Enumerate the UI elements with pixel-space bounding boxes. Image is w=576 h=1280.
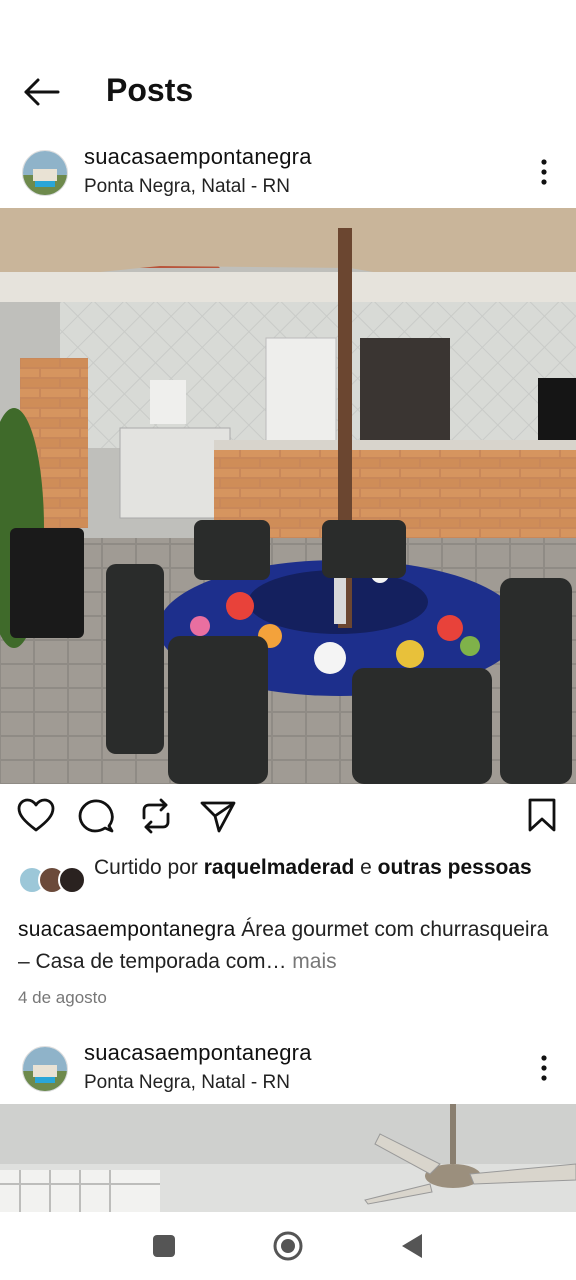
post-photo-ceiling-fan — [0, 1104, 576, 1212]
comment-button[interactable] — [76, 796, 116, 836]
caption-username[interactable]: suacasaempontanegra — [18, 918, 235, 941]
like-button[interactable] — [16, 796, 56, 836]
recent-apps-button[interactable] — [146, 1228, 182, 1264]
system-back-button[interactable] — [394, 1228, 430, 1264]
repost-button[interactable] — [136, 796, 176, 836]
back-icon — [402, 1234, 422, 1258]
post-location[interactable]: Ponta Negra, Natal - RN — [84, 1072, 290, 1094]
bookmark-icon — [528, 798, 556, 832]
post-image[interactable] — [0, 1104, 576, 1212]
heart-icon — [17, 798, 55, 832]
post-image[interactable] — [0, 208, 576, 784]
more-options-button[interactable] — [532, 154, 556, 190]
avatar[interactable] — [22, 150, 68, 196]
back-button[interactable] — [22, 76, 62, 108]
home-icon — [273, 1231, 303, 1261]
top-app-bar: Posts — [0, 60, 576, 124]
post-actions — [0, 796, 576, 840]
post-date: 4 de agosto — [18, 988, 107, 1007]
share-icon — [200, 801, 236, 833]
liked-by-suffix[interactable]: outras pessoas — [378, 856, 532, 879]
more-options-button[interactable] — [532, 1050, 556, 1086]
arrow-left-icon — [24, 78, 60, 106]
liked-by-user[interactable]: raquelmaderad — [204, 856, 355, 879]
liker-avatar — [58, 866, 86, 894]
post-header: suacasaempontanegra Ponta Negra, Natal -… — [0, 1040, 576, 1104]
post-caption[interactable]: suacasaempontanegra Área gourmet com chu… — [18, 914, 558, 978]
likes-summary[interactable]: Curtido por raquelmaderad e outras pesso… — [18, 852, 558, 912]
caption-more-link[interactable]: mais — [286, 950, 336, 973]
post-location[interactable]: Ponta Negra, Natal - RN — [84, 176, 290, 198]
liked-by-joiner: e — [354, 856, 378, 879]
share-button[interactable] — [198, 796, 238, 836]
post-username[interactable]: suacasaempontanegra — [84, 1040, 312, 1066]
more-vertical-icon — [541, 159, 547, 185]
comment-icon — [78, 799, 114, 833]
post-photo-patio — [0, 208, 576, 784]
recent-apps-icon — [153, 1235, 175, 1257]
more-vertical-icon — [541, 1055, 547, 1081]
likes-text: Curtido por raquelmaderad e outras pesso… — [94, 854, 554, 882]
repost-icon — [142, 798, 170, 834]
post-username[interactable]: suacasaempontanegra — [84, 144, 312, 170]
liker-avatars — [18, 866, 90, 896]
post-header: suacasaempontanegra Ponta Negra, Natal -… — [0, 144, 576, 208]
page-title: Posts — [106, 72, 194, 108]
home-button[interactable] — [270, 1228, 306, 1264]
liked-by-prefix: Curtido por — [94, 856, 198, 879]
system-nav-bar — [0, 1212, 576, 1280]
save-button[interactable] — [522, 796, 562, 836]
avatar[interactable] — [22, 1046, 68, 1092]
